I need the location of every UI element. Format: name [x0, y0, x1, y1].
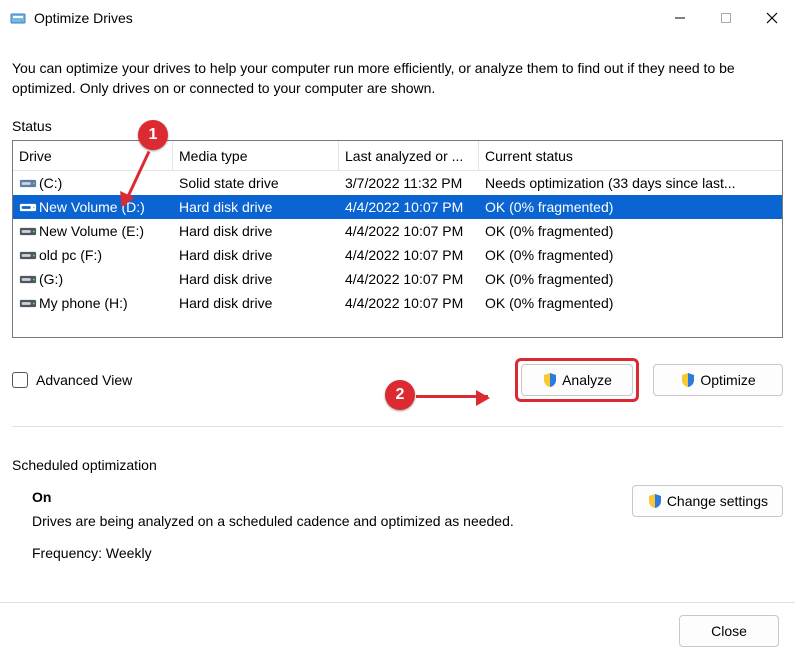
drive-media: Hard disk drive	[173, 223, 339, 239]
annotation-2-arrow	[416, 395, 488, 398]
drive-last: 4/4/2022 10:07 PM	[339, 271, 479, 287]
scheduled-desc: Drives are being analyzed on a scheduled…	[32, 509, 632, 533]
close-label: Close	[711, 623, 747, 639]
maximize-button[interactable]	[703, 0, 749, 36]
advanced-view-checkbox[interactable]	[12, 372, 28, 388]
drive-status: OK (0% fragmented)	[479, 271, 759, 287]
drive-status: OK (0% fragmented)	[479, 247, 759, 263]
column-status[interactable]: Current status	[479, 141, 759, 170]
table-row[interactable]: New Volume (E:) Hard disk drive 4/4/2022…	[13, 219, 782, 243]
drive-last: 4/4/2022 10:07 PM	[339, 295, 479, 311]
drive-name: old pc (F:)	[39, 247, 102, 263]
app-icon	[10, 10, 26, 26]
divider	[12, 426, 783, 427]
drive-icon	[19, 225, 35, 237]
footer: Close	[0, 602, 795, 667]
advanced-view-label: Advanced View	[36, 372, 132, 388]
drive-icon	[19, 297, 35, 309]
grid-header[interactable]: Drive Media type Last analyzed or ... Cu…	[13, 141, 782, 171]
drive-status: Needs optimization (33 days since last..…	[479, 175, 759, 191]
change-settings-button[interactable]: Change settings	[632, 485, 783, 517]
status-label: Status	[12, 118, 783, 134]
scheduled-on: On	[32, 485, 632, 509]
annotation-2-badge: 2	[385, 380, 415, 410]
drive-last: 4/4/2022 10:07 PM	[339, 247, 479, 263]
drive-media: Solid state drive	[173, 175, 339, 191]
drive-name: (G:)	[39, 271, 63, 287]
drive-last: 4/4/2022 10:07 PM	[339, 223, 479, 239]
drive-name: (C:)	[39, 175, 62, 191]
shield-icon	[647, 493, 663, 509]
drive-media: Hard disk drive	[173, 271, 339, 287]
annotation-2-highlight: Analyze	[515, 358, 639, 402]
analyze-label: Analyze	[562, 372, 612, 388]
titlebar: Optimize Drives	[0, 0, 795, 36]
minimize-button[interactable]	[657, 0, 703, 36]
table-row[interactable]: My phone (H:) Hard disk drive 4/4/2022 1…	[13, 291, 782, 315]
column-media[interactable]: Media type	[173, 141, 339, 170]
close-button[interactable]	[749, 0, 795, 36]
shield-icon	[542, 372, 558, 388]
scheduled-freq: Frequency: Weekly	[32, 541, 632, 565]
window-title: Optimize Drives	[34, 10, 133, 26]
optimize-label: Optimize	[700, 372, 755, 388]
drive-last: 4/4/2022 10:07 PM	[339, 199, 479, 215]
drive-media: Hard disk drive	[173, 199, 339, 215]
drive-status: OK (0% fragmented)	[479, 223, 759, 239]
change-settings-label: Change settings	[667, 493, 768, 509]
drives-grid: Drive Media type Last analyzed or ... Cu…	[12, 140, 783, 338]
drive-last: 3/7/2022 11:32 PM	[339, 175, 479, 191]
drive-name: New Volume (E:)	[39, 223, 144, 239]
drive-name: My phone (H:)	[39, 295, 128, 311]
analyze-button[interactable]: Analyze	[521, 364, 633, 396]
drive-icon	[19, 177, 35, 189]
drive-media: Hard disk drive	[173, 247, 339, 263]
scheduled-heading: Scheduled optimization	[12, 457, 783, 473]
intro-text: You can optimize your drives to help you…	[12, 58, 783, 98]
drive-status: OK (0% fragmented)	[479, 295, 759, 311]
drive-icon	[19, 249, 35, 261]
close-dialog-button[interactable]: Close	[679, 615, 779, 647]
drive-icon	[19, 201, 35, 213]
table-row[interactable]: (G:) Hard disk drive 4/4/2022 10:07 PM O…	[13, 267, 782, 291]
drive-status: OK (0% fragmented)	[479, 199, 759, 215]
annotation-1-badge: 1	[138, 120, 168, 150]
shield-icon	[680, 372, 696, 388]
column-last[interactable]: Last analyzed or ...	[339, 141, 479, 170]
drive-icon	[19, 273, 35, 285]
drive-media: Hard disk drive	[173, 295, 339, 311]
table-row[interactable]: old pc (F:) Hard disk drive 4/4/2022 10:…	[13, 243, 782, 267]
optimize-button[interactable]: Optimize	[653, 364, 783, 396]
